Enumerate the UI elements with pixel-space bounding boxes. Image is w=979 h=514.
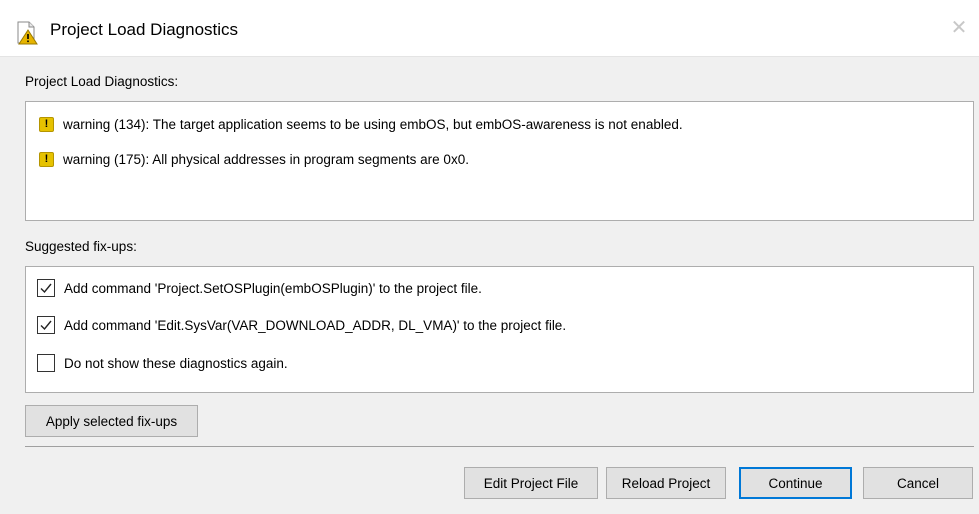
checkmark-icon — [40, 320, 52, 331]
fixups-list: Add command 'Project.SetOSPlugin(embOSPl… — [25, 266, 974, 393]
checkmark-icon — [40, 283, 52, 294]
reload-project-button[interactable]: Reload Project — [606, 467, 726, 499]
cancel-button[interactable]: Cancel — [863, 467, 973, 499]
edit-project-file-button[interactable]: Edit Project File — [464, 467, 598, 499]
close-button[interactable]: ✕ — [946, 14, 972, 40]
diagnostics-label: Project Load Diagnostics: — [25, 74, 179, 89]
diagnostic-item: ! warning (134): The target application … — [39, 114, 683, 134]
fixups-label: Suggested fix-ups: — [25, 239, 137, 254]
fixup-checkbox[interactable] — [37, 316, 55, 334]
fixup-label: Add command 'Project.SetOSPlugin(embOSPl… — [64, 280, 482, 296]
window-title: Project Load Diagnostics — [50, 20, 239, 39]
apply-fixups-button[interactable]: Apply selected fix-ups — [25, 405, 198, 437]
fixup-label: Add command 'Edit.SysVar(VAR_DOWNLOAD_AD… — [64, 317, 567, 333]
document-warning-icon — [15, 21, 39, 45]
fixup-checkbox[interactable] — [37, 354, 55, 372]
diagnostic-text: warning (134): The target application se… — [63, 116, 683, 132]
close-icon: ✕ — [950, 16, 968, 39]
diagnostic-text: warning (175): All physical addresses in… — [63, 151, 469, 167]
warning-icon: ! — [39, 151, 54, 167]
continue-button[interactable]: Continue — [739, 467, 852, 499]
diagnostic-item: ! warning (175): All physical addresses … — [39, 149, 469, 169]
warning-icon: ! — [39, 116, 54, 132]
fixup-item[interactable]: Add command 'Edit.SysVar(VAR_DOWNLOAD_AD… — [37, 314, 566, 336]
fixup-checkbox[interactable] — [37, 279, 55, 297]
fixup-item[interactable]: Do not show these diagnostics again. — [37, 352, 288, 374]
fixup-item[interactable]: Add command 'Project.SetOSPlugin(embOSPl… — [37, 277, 482, 299]
title-bar: Project Load Diagnostics ✕ — [0, 0, 979, 57]
fixup-label: Do not show these diagnostics again. — [64, 355, 288, 371]
divider — [25, 446, 974, 447]
diagnostics-list[interactable]: ! warning (134): The target application … — [25, 101, 974, 221]
